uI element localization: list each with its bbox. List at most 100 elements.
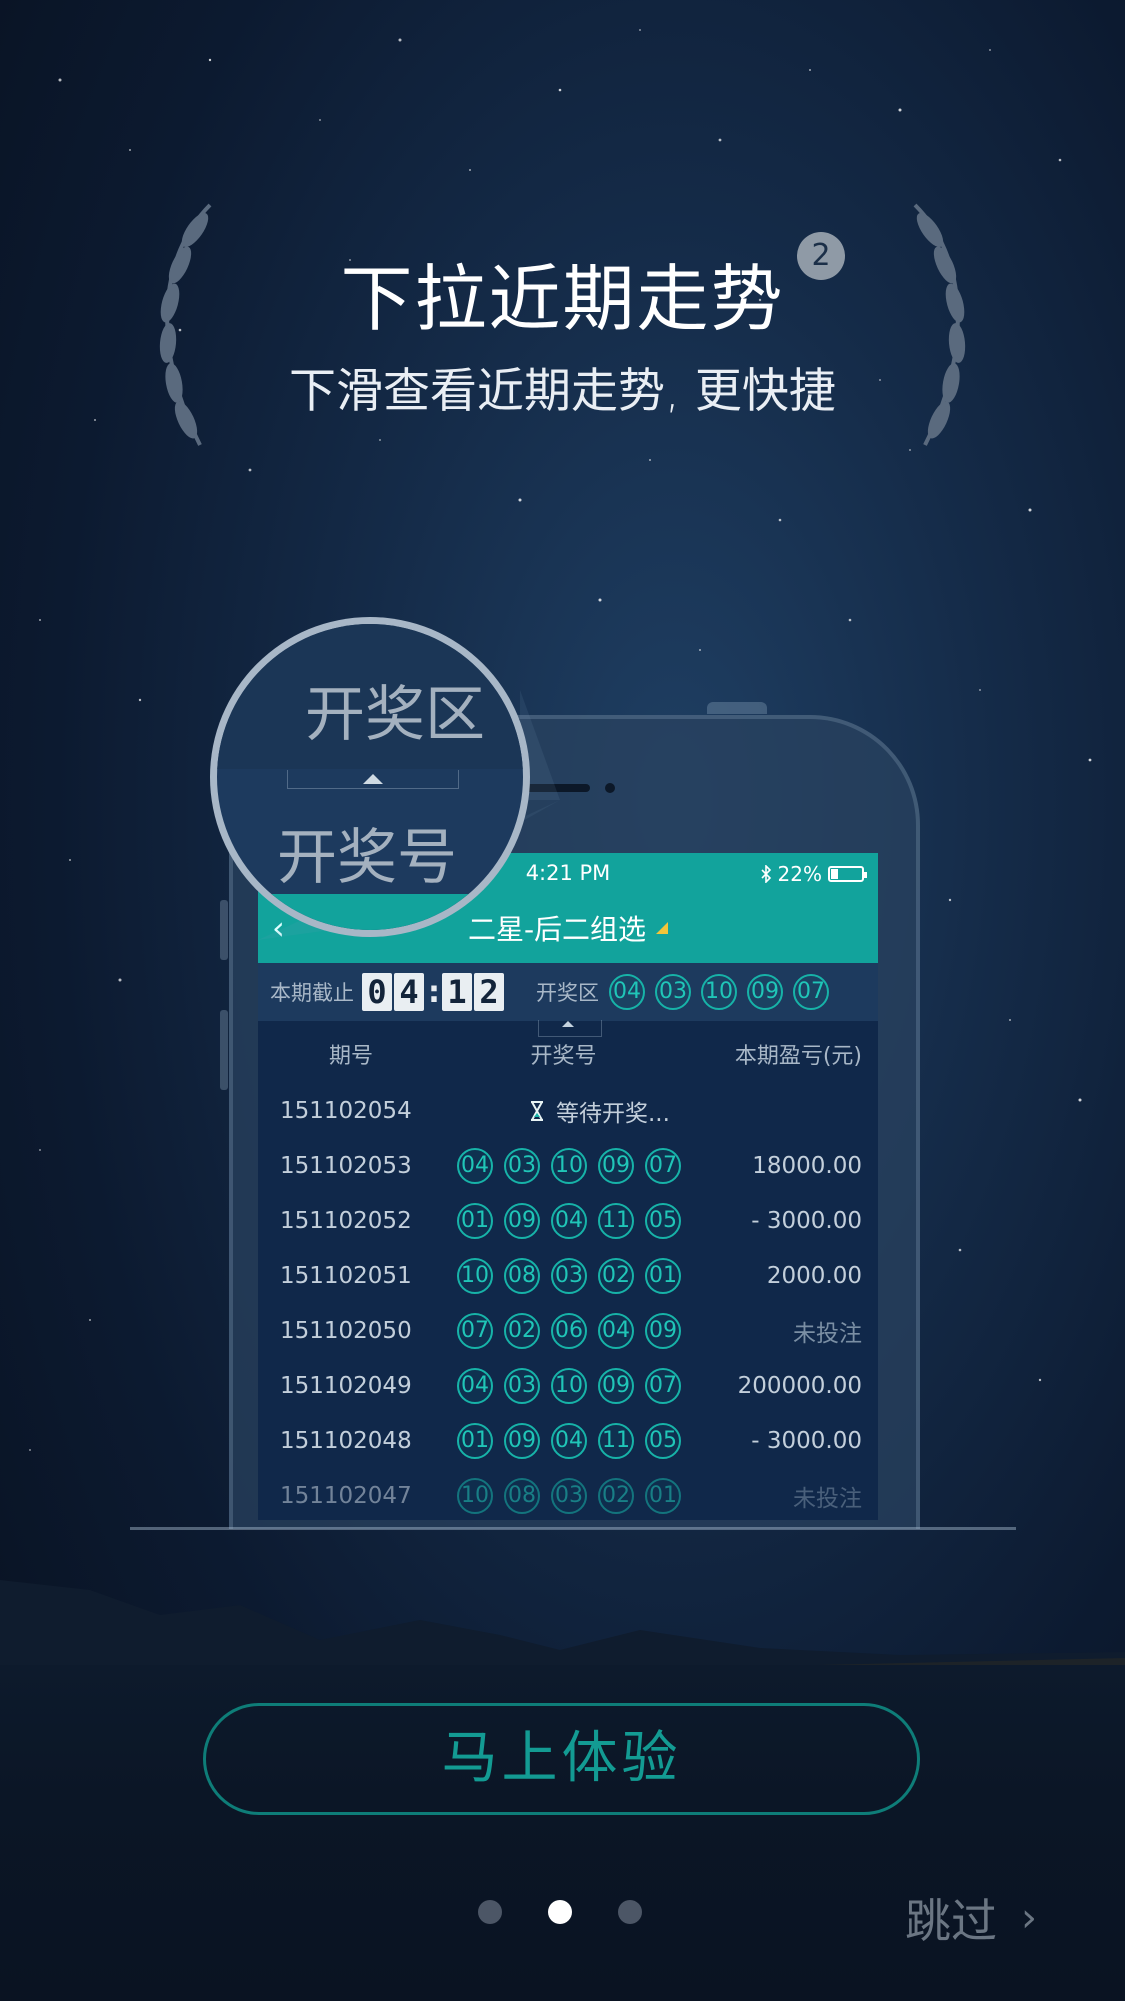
- countdown-timer: 0 4 : 1 2: [362, 973, 506, 1011]
- waiting-text: 等待开奖...: [556, 1100, 670, 1127]
- number-ball: 01: [645, 1257, 681, 1294]
- table-row[interactable]: 151102052 01 09 04 11 05 - 3000.00: [258, 1193, 878, 1248]
- table-row[interactable]: 151102047 10 08 03 02 01 未投注: [258, 1468, 878, 1520]
- number-ball: 07: [645, 1147, 681, 1184]
- status-right: 22%: [760, 862, 867, 886]
- battery-percent: 22%: [777, 862, 822, 886]
- row-numbers: 01 09 04 11 05: [457, 1422, 681, 1459]
- status-time: 4:21 PM: [525, 861, 611, 885]
- skip-button[interactable]: 跳过 ›: [905, 1885, 1037, 1951]
- draw-ball: 03: [655, 974, 691, 1010]
- countdown-digit: 0: [362, 973, 392, 1011]
- number-ball: 07: [645, 1367, 681, 1404]
- row-numbers: 10 08 03 02 01: [457, 1477, 681, 1514]
- row-period: 151102053: [280, 1152, 412, 1179]
- hourglass-icon: [531, 1100, 543, 1121]
- phone-camera: [605, 783, 615, 793]
- number-ball: 08: [504, 1477, 540, 1514]
- number-ball: 04: [457, 1367, 493, 1404]
- row-profit: 18000.00: [752, 1152, 862, 1179]
- number-ball: 09: [504, 1422, 540, 1459]
- page-dot-1[interactable]: [478, 1900, 502, 1924]
- row-numbers: 10 08 03 02 01: [457, 1257, 681, 1294]
- number-ball: 03: [551, 1257, 587, 1294]
- number-ball: 04: [551, 1422, 587, 1459]
- number-ball: 11: [598, 1202, 634, 1239]
- row-period: 151102052: [280, 1207, 412, 1234]
- number-ball: 04: [598, 1312, 634, 1349]
- phone-power-button: [707, 702, 767, 714]
- table-row[interactable]: 151102048 01 09 04 11 05 - 3000.00: [258, 1413, 878, 1468]
- number-ball: 02: [598, 1257, 634, 1294]
- magnifier-lens: 开奖区 开奖号: [210, 617, 530, 937]
- table-body: 151102053 04 03 10 09 07 18000.00 151102052 01 09…: [258, 1138, 878, 1520]
- row-period: 151102050: [280, 1317, 412, 1344]
- number-ball: 04: [457, 1147, 493, 1184]
- row-numbers: 01 09 04 11 05: [457, 1202, 681, 1239]
- draw-bar: 本期截止 0 4 : 1 2 开奖区 04 03 10 09 07: [258, 963, 878, 1021]
- row-numbers: 04 03 10 09 07: [457, 1367, 681, 1404]
- draw-ball: 07: [793, 974, 829, 1010]
- header-numbers: 开奖号: [530, 1044, 597, 1069]
- page-indicator: [478, 1900, 642, 1924]
- waiting-status: 等待开奖...: [530, 1094, 670, 1128]
- countdown-digit: 4: [394, 973, 424, 1011]
- number-ball: 01: [645, 1477, 681, 1514]
- battery-fill: [831, 869, 838, 879]
- number-ball: 03: [504, 1367, 540, 1404]
- page-dot-2-active[interactable]: [548, 1900, 572, 1924]
- number-ball: 05: [645, 1422, 681, 1459]
- row-period: 151102051: [280, 1262, 412, 1289]
- row-profit: 200000.00: [737, 1372, 862, 1399]
- row-profit: - 3000.00: [751, 1427, 862, 1454]
- table-row[interactable]: 151102050 07 02 06 04 09 未投注: [258, 1303, 878, 1358]
- chevron-right-icon: ›: [1021, 1895, 1037, 1941]
- header-period: 期号: [328, 1044, 373, 1069]
- number-ball: 10: [457, 1477, 493, 1514]
- number-ball: 08: [504, 1257, 540, 1294]
- skip-label: 跳过: [905, 1894, 997, 1948]
- magnifier-bottom-label: 开奖号: [277, 823, 457, 893]
- number-ball: 03: [504, 1147, 540, 1184]
- number-ball: 09: [504, 1202, 540, 1239]
- bluetooth-icon: [760, 865, 771, 883]
- table-row[interactable]: 151102051 10 08 03 02 01 2000.00: [258, 1248, 878, 1303]
- row-numbers: 07 02 06 04 09: [457, 1312, 681, 1349]
- table-row[interactable]: 151102053 04 03 10 09 07 18000.00: [258, 1138, 878, 1193]
- row-profit: 未投注: [793, 1320, 862, 1347]
- number-ball: 02: [504, 1312, 540, 1349]
- phone-volume-down: [220, 1010, 228, 1090]
- table-row[interactable]: 151102049 04 03 10 09 07 200000.00: [258, 1358, 878, 1413]
- magnifier-arrow-icon: [363, 774, 383, 784]
- number-ball: 03: [551, 1477, 587, 1514]
- step-badge: 2: [797, 232, 845, 280]
- draw-ball: 09: [747, 974, 783, 1010]
- row-period: 151102048: [280, 1427, 412, 1454]
- number-ball: 01: [457, 1422, 493, 1459]
- phone-base-line: [130, 1527, 1016, 1530]
- phone-volume-up: [220, 900, 228, 960]
- countdown-digit: 1: [442, 973, 472, 1011]
- draw-ball: 10: [701, 974, 737, 1010]
- number-ball: 05: [645, 1202, 681, 1239]
- number-ball: 09: [645, 1312, 681, 1349]
- countdown-digit: 2: [474, 973, 504, 1011]
- header-profit: 本期盈亏(元): [734, 1044, 862, 1069]
- row-period: 151102049: [280, 1372, 412, 1399]
- number-ball: 04: [551, 1202, 587, 1239]
- row-numbers: 04 03 10 09 07: [457, 1147, 681, 1184]
- row-profit: - 3000.00: [751, 1207, 862, 1234]
- battery-icon: [828, 866, 867, 882]
- row-profit: 2000.00: [766, 1262, 862, 1289]
- number-ball: 10: [551, 1147, 587, 1184]
- page-dot-3[interactable]: [618, 1900, 642, 1924]
- number-ball: 11: [598, 1422, 634, 1459]
- page-subtitle: 下滑查看近期走势, 更快捷: [289, 364, 836, 419]
- countdown-label: 本期截止: [270, 981, 354, 1005]
- row-profit: 未投注: [793, 1485, 862, 1512]
- number-ball: 06: [551, 1312, 587, 1349]
- number-ball: 10: [457, 1257, 493, 1294]
- magnifier-top-label: 开奖区: [305, 680, 485, 750]
- try-now-button[interactable]: 马上体验: [203, 1703, 920, 1815]
- dropdown-corner-icon[interactable]: [656, 922, 669, 934]
